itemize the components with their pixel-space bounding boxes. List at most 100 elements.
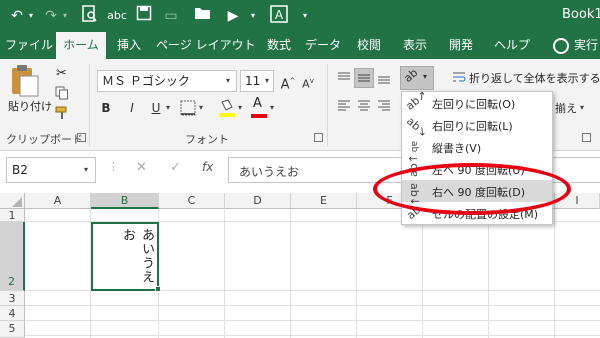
- tab-file[interactable]: ファイル: [4, 32, 54, 59]
- vertical-text-icon: ab: [409, 141, 419, 153]
- bold-button[interactable]: B: [98, 98, 114, 118]
- shrink-font-label: A: [302, 77, 310, 91]
- copy-icon[interactable]: [55, 86, 69, 100]
- print-preview-icon[interactable]: [79, 5, 101, 27]
- tab-review[interactable]: 校閲: [352, 32, 386, 59]
- wrap-text-icon[interactable]: [452, 70, 466, 84]
- align-center-icon[interactable]: [356, 98, 372, 114]
- column-header-e[interactable]: E: [291, 193, 357, 209]
- font-size-dropdown-icon[interactable]: ▾: [265, 71, 269, 91]
- grow-font-label: A: [280, 77, 290, 93]
- formula-bar-splitter[interactable]: ⋮: [108, 160, 119, 173]
- save-icon[interactable]: [133, 5, 155, 27]
- row-header-3[interactable]: 3: [0, 291, 25, 306]
- borders-icon[interactable]: [180, 100, 196, 116]
- shrink-font-button[interactable]: Av: [300, 71, 316, 95]
- angle-counterclockwise-icon: ab↗: [403, 88, 430, 113]
- font-name-dropdown-icon[interactable]: ▾: [226, 71, 230, 91]
- angle-clockwise-icon: ab↘: [404, 114, 430, 140]
- undo-dropdown-icon[interactable]: ▾: [26, 5, 36, 27]
- clipboard-paste-icon[interactable]: [10, 64, 40, 98]
- tab-insert[interactable]: 挿入: [112, 32, 146, 59]
- tab-home[interactable]: ホーム: [56, 32, 106, 59]
- underline-button[interactable]: U: [148, 98, 164, 118]
- insert-function-icon[interactable]: fx: [202, 160, 213, 174]
- column-header-a[interactable]: A: [25, 193, 91, 209]
- font-name-combo[interactable]: ＭＳ Ｐゴシック: [97, 70, 237, 92]
- row-header-4[interactable]: 4: [0, 306, 25, 321]
- enter-icon[interactable]: ✓: [170, 160, 181, 175]
- grow-font-button[interactable]: A^: [280, 71, 296, 95]
- gridline: [290, 209, 291, 338]
- row-header-1[interactable]: 1: [0, 209, 25, 222]
- gridline: [25, 305, 600, 306]
- tab-view[interactable]: 表示: [398, 32, 432, 59]
- font-color-button[interactable]: A: [250, 96, 268, 118]
- group-divider: [89, 64, 90, 146]
- format-painter-icon[interactable]: [55, 106, 69, 120]
- clipboard-group-label: クリップボード: [6, 133, 83, 146]
- alignment-dialog-launcher[interactable]: [582, 133, 591, 142]
- tab-page-layout[interactable]: ページ レイアウト: [156, 32, 256, 59]
- menu-item-label: 左回りに回転(O): [432, 98, 516, 111]
- format-painter-qa-icon[interactable]: ▭: [160, 5, 182, 27]
- cancel-icon[interactable]: ✕: [136, 160, 147, 175]
- name-box[interactable]: B2: [6, 157, 96, 183]
- paste-button[interactable]: 貼り付け: [8, 98, 52, 114]
- tab-developer[interactable]: 開発: [444, 32, 478, 59]
- gridline: [554, 209, 555, 338]
- font-dialog-launcher[interactable]: [314, 133, 323, 142]
- row-header-5[interactable]: 5: [0, 321, 25, 338]
- tab-help[interactable]: ヘルプ: [492, 32, 532, 59]
- align-middle-icon[interactable]: [354, 68, 374, 88]
- clipboard-dialog-launcher[interactable]: [77, 133, 86, 142]
- underline-dropdown-icon[interactable]: ▾: [166, 98, 170, 118]
- group-divider: [327, 64, 328, 146]
- align-top-icon[interactable]: [336, 70, 352, 86]
- italic-button[interactable]: I: [124, 98, 140, 118]
- undo-icon[interactable]: ↶: [6, 5, 28, 27]
- redo-icon[interactable]: ↷: [40, 5, 62, 27]
- select-all-button[interactable]: [0, 193, 25, 209]
- tab-data[interactable]: データ: [304, 32, 342, 59]
- font-size-value: 11: [245, 74, 261, 88]
- cut-icon[interactable]: ✂: [56, 66, 67, 81]
- fill-handle[interactable]: [155, 286, 161, 292]
- orientation-button[interactable]: ab ▾: [400, 66, 434, 90]
- macro-run-icon[interactable]: ▶: [222, 5, 244, 27]
- open-folder-icon[interactable]: [192, 5, 214, 27]
- column-header-b[interactable]: B: [91, 193, 159, 209]
- align-right-icon[interactable]: [376, 98, 392, 114]
- gridline: [488, 209, 489, 338]
- window-title: Book1: [562, 7, 600, 22]
- macro-dropdown-icon[interactable]: ▾: [248, 5, 258, 27]
- font-format-icon[interactable]: A: [268, 5, 290, 27]
- column-header-c[interactable]: C: [159, 193, 225, 209]
- font-group-label: フォント: [185, 133, 229, 146]
- lightbulb-icon[interactable]: [553, 38, 569, 54]
- gridline: [25, 320, 600, 321]
- align-bottom-icon[interactable]: [376, 70, 392, 86]
- tab-formulas[interactable]: 数式: [262, 32, 296, 59]
- merge-center-button[interactable]: 揃え: [555, 100, 577, 116]
- wrap-text-button[interactable]: 折り返して全体を表示する: [469, 70, 600, 86]
- redo-dropdown-icon[interactable]: ▾: [60, 5, 70, 27]
- menu-item-vertical-text[interactable]: ab 縦書き(V): [402, 136, 552, 158]
- name-box-value: B2: [12, 163, 28, 177]
- borders-dropdown-icon[interactable]: ▾: [199, 98, 203, 118]
- spelling-check-icon[interactable]: abc: [106, 5, 128, 27]
- font-name-value: ＭＳ Ｐゴシック: [102, 74, 190, 88]
- align-left-icon[interactable]: [336, 98, 352, 114]
- menu-item-rotate-clockwise[interactable]: ab↘ 右回りに回転(L): [402, 114, 552, 140]
- column-header-d[interactable]: D: [225, 193, 291, 209]
- row-header-2[interactable]: 2: [0, 222, 25, 291]
- menu-item-rotate-counterclockwise[interactable]: ab↗ 左回りに回転(O): [402, 88, 552, 114]
- font-color-dropdown-icon[interactable]: ▾: [270, 98, 274, 118]
- tab-tell-me[interactable]: 実行: [574, 32, 600, 59]
- fill-color-dropdown-icon[interactable]: ▾: [238, 98, 242, 118]
- merge-dropdown-icon[interactable]: ▾: [580, 98, 584, 118]
- customize-qa-icon[interactable]: ▾: [300, 5, 310, 27]
- name-box-dropdown-icon[interactable]: ▾: [84, 160, 88, 180]
- gridline: [224, 209, 225, 338]
- fill-color-icon[interactable]: [218, 98, 236, 118]
